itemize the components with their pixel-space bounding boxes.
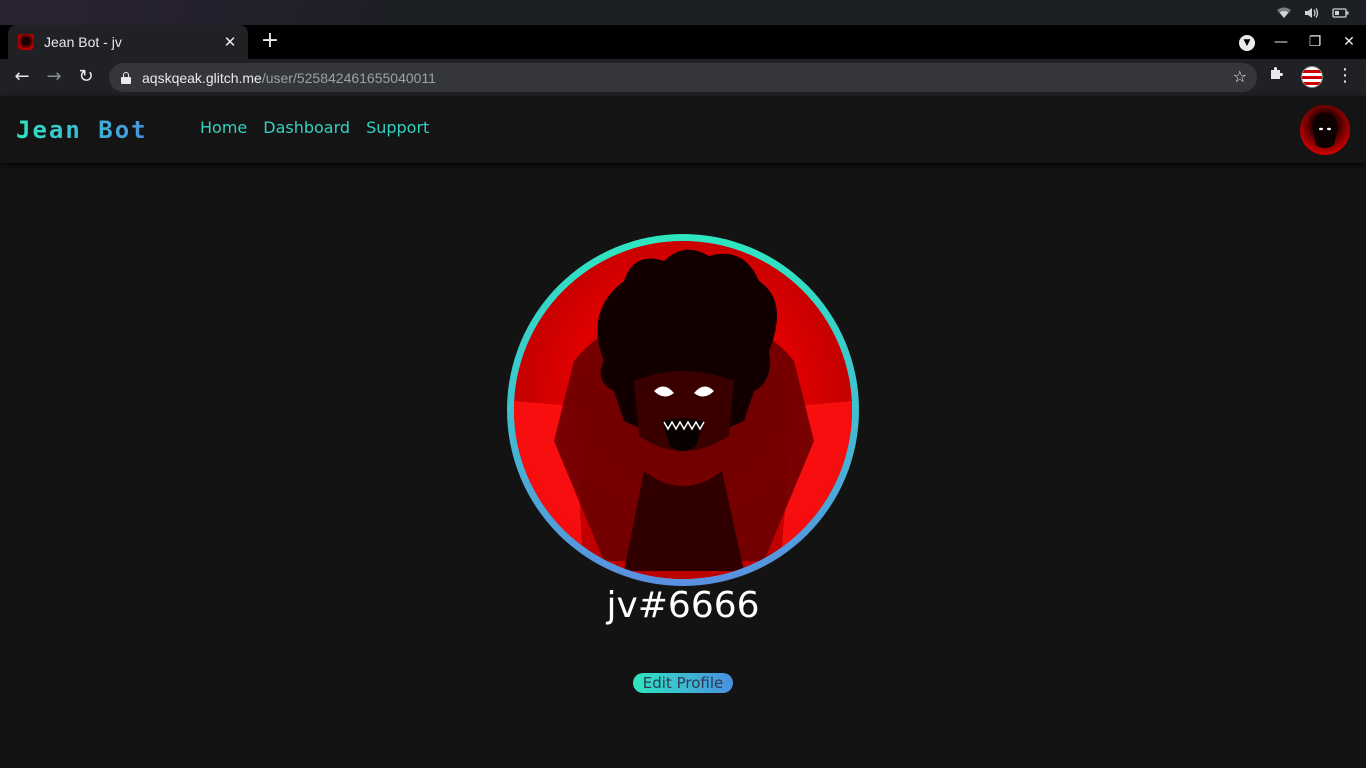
profile-dropdown-button[interactable]: ▼ <box>1230 33 1264 51</box>
system-tray <box>1276 4 1350 21</box>
minimize-button[interactable]: — <box>1264 34 1298 50</box>
nav-link-support[interactable]: Support <box>366 118 429 137</box>
chevron-down-icon: ▼ <box>1239 35 1255 51</box>
restore-button[interactable]: ❐ <box>1298 34 1332 50</box>
brand-logo[interactable]: Jean Bot <box>16 116 148 144</box>
tab-close-icon[interactable]: ✕ <box>222 33 238 51</box>
wifi-icon[interactable] <box>1276 7 1292 19</box>
close-window-button[interactable]: ✕ <box>1332 34 1366 50</box>
nav-links: Home Dashboard Support <box>200 118 429 137</box>
nav-link-home[interactable]: Home <box>200 118 247 137</box>
profile-avatar-button[interactable] <box>1301 66 1323 88</box>
nav-link-dashboard[interactable]: Dashboard <box>263 118 350 137</box>
volume-icon[interactable] <box>1304 7 1320 19</box>
url-path: /user/525842461655040011 <box>261 69 436 86</box>
browser-toolbar: ← → ↻ aqskqeak.glitch.me /user/525842461… <box>0 59 1366 96</box>
extensions-puzzle-icon[interactable] <box>1268 65 1284 85</box>
browser-tab[interactable]: Jean Bot - jv ✕ <box>8 25 248 59</box>
address-bar[interactable]: aqskqeak.glitch.me /user/525842461655040… <box>109 63 1257 92</box>
window-controls: ▼ — ❐ ✕ <box>1230 25 1366 59</box>
profile-username: jv#6666 <box>606 585 760 626</box>
os-bar-accent <box>0 0 400 25</box>
reload-button[interactable]: ↻ <box>74 65 98 89</box>
forward-button[interactable]: → <box>42 65 66 89</box>
url-host: aqskqeak.glitch.me <box>142 69 262 86</box>
tab-strip: Jean Bot - jv ✕ + ▼ — ❐ ✕ <box>0 25 1366 59</box>
profile-avatar-ring <box>507 234 859 586</box>
new-tab-button[interactable]: + <box>258 30 282 54</box>
back-button[interactable]: ← <box>10 65 34 89</box>
profile-avatar-image <box>514 241 852 579</box>
battery-icon[interactable] <box>1332 7 1350 19</box>
avatar-favicon-icon <box>18 34 34 50</box>
tab-title: Jean Bot - jv <box>44 34 122 50</box>
kebab-menu-icon[interactable]: ⋮ <box>1336 65 1354 86</box>
lock-icon[interactable] <box>121 71 131 84</box>
bookmark-star-icon[interactable]: ☆ <box>1233 67 1247 86</box>
edit-profile-button[interactable]: Edit Profile <box>633 673 733 693</box>
os-top-bar <box>0 0 1366 25</box>
user-avatar[interactable] <box>1300 105 1350 155</box>
site-navbar: Jean Bot Home Dashboard Support <box>0 96 1366 163</box>
